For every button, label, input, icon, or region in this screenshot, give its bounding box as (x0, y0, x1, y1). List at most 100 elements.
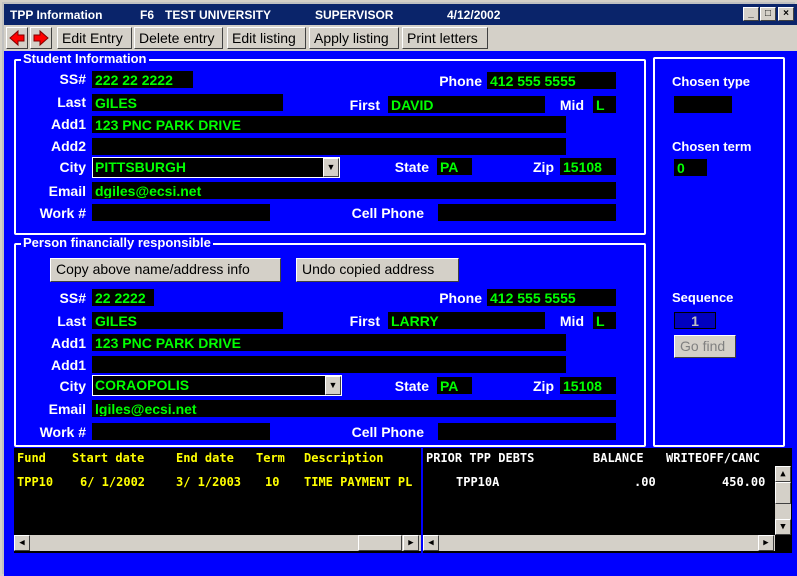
minimize-button[interactable]: _ (743, 7, 759, 21)
student-first-field[interactable]: DAVID (388, 96, 545, 113)
resp-state-field[interactable]: PA (437, 377, 472, 394)
student-add2-field[interactable] (92, 138, 566, 155)
student-email-field[interactable]: dgiles@ecsi.net (92, 182, 616, 199)
previous-record-button[interactable] (6, 27, 28, 49)
grid-header-end-date: End date (176, 451, 234, 465)
arrow-right-icon (33, 29, 49, 47)
chosen-type-field[interactable] (674, 96, 732, 113)
resp-email-field[interactable]: lgiles@ecsi.net (92, 400, 616, 417)
chosen-term-label: Chosen term (672, 139, 752, 154)
resp-add1-label: Add1 (51, 335, 86, 351)
resp-phone-field[interactable]: 412 555 5555 (487, 289, 616, 306)
selection-panel (653, 57, 785, 447)
grid-header-prior-debts: PRIOR TPP DEBTS (426, 451, 535, 465)
add1-label: Add1 (51, 116, 86, 132)
responsible-person-label: Person financially responsible (21, 235, 213, 250)
print-letters-button[interactable]: Print letters (402, 27, 488, 49)
function-key: F6 (140, 8, 155, 22)
grid-header-term: Term (256, 451, 285, 465)
client-area: Student Information SS# 222 22 2222 Phon… (4, 51, 797, 576)
resp-phone-label: Phone (439, 290, 482, 306)
scroll-up-icon[interactable]: ▲ (775, 466, 791, 482)
grid-cell-debt-fund: TPP10A (456, 475, 500, 489)
session-date: 4/12/2002 (447, 8, 501, 22)
arrow-left-icon (9, 29, 25, 47)
mid-label: Mid (559, 97, 584, 113)
work-label: Work # (39, 205, 86, 221)
right-grid-hscrollbar[interactable]: ◀ ▶ (423, 535, 775, 551)
edit-entry-button[interactable]: Edit Entry (57, 27, 132, 49)
chevron-down-icon[interactable]: ▼ (323, 158, 339, 177)
maximize-button[interactable]: □ (760, 7, 776, 21)
grid-header-fund: Fund (17, 451, 46, 465)
grid-header-description: Description (304, 451, 384, 465)
ss-label: SS# (59, 71, 86, 87)
student-state-field[interactable]: PA (437, 158, 472, 175)
chosen-term-field[interactable]: 0 (674, 159, 707, 176)
resp-add2-field[interactable] (92, 356, 566, 373)
resp-mid-field[interactable]: L (593, 312, 616, 329)
student-zip-field[interactable]: 15108 (560, 158, 616, 175)
student-cell-field[interactable] (438, 204, 616, 221)
grid-cell-balance: .00 (634, 475, 656, 489)
student-ss-field[interactable]: 222 22 2222 (92, 71, 193, 88)
student-phone-field[interactable]: 412 555 5555 (487, 72, 616, 89)
resp-city-combo[interactable]: CORAOPOLIS ▼ (92, 375, 342, 396)
grid-cell-writeoff: 450.00 (722, 475, 766, 489)
first-label: First (349, 97, 380, 113)
resp-ss-label: SS# (59, 290, 86, 306)
delete-entry-button[interactable]: Delete entry (134, 27, 223, 49)
window-title: TPP Information (10, 8, 103, 22)
apply-listing-button[interactable]: Apply listing (309, 27, 399, 49)
city-label: City (59, 159, 86, 175)
tpp-information-window: TPP Information F6 TEST UNIVERSITY SUPER… (0, 0, 797, 576)
chosen-type-label: Chosen type (672, 74, 751, 89)
resp-last-field[interactable]: GILES (92, 312, 283, 329)
user-role: SUPERVISOR (315, 8, 394, 22)
zip-label: Zip (533, 159, 554, 175)
resp-zip-field[interactable]: 15108 (560, 377, 616, 394)
resp-work-field[interactable] (92, 423, 270, 440)
scroll-thumb[interactable] (358, 535, 402, 551)
resp-cell-field[interactable] (438, 423, 616, 440)
title-bar[interactable]: TPP Information F6 TEST UNIVERSITY SUPER… (4, 4, 797, 25)
student-information-label: Student Information (21, 51, 149, 66)
student-add1-field[interactable]: 123 PNC PARK DRIVE (92, 116, 566, 133)
resp-add1-field[interactable]: 123 PNC PARK DRIVE (92, 334, 566, 351)
student-mid-field[interactable]: L (593, 96, 616, 113)
scroll-right-icon[interactable]: ▶ (403, 535, 419, 551)
tpp-entries-grid[interactable]: Fund Start date End date Term Descriptio… (14, 448, 421, 553)
resp-first-field[interactable]: LARRY (388, 312, 545, 329)
undo-copied-address-button[interactable]: Undo copied address (296, 258, 459, 282)
grid-header-writeoff: WRITEOFF/CANC (666, 451, 760, 465)
left-grid-hscrollbar[interactable]: ◀ ▶ (14, 535, 421, 551)
grid-header-balance: BALANCE (593, 451, 644, 465)
sequence-field[interactable]: 1 (674, 312, 716, 329)
add2-label: Add2 (51, 138, 86, 154)
go-find-button[interactable]: Go find (674, 335, 736, 358)
resp-first-label: First (349, 313, 380, 329)
cell-phone-label: Cell Phone (351, 205, 424, 221)
scroll-left-icon[interactable]: ◀ (423, 535, 439, 551)
grid-header-start-date: Start date (72, 451, 145, 465)
sequence-label: Sequence (672, 290, 734, 305)
next-record-button[interactable] (30, 27, 52, 49)
student-city-combo[interactable]: PITTSBURGH ▼ (92, 157, 340, 178)
resp-cell-phone-label: Cell Phone (351, 424, 424, 440)
last-label: Last (57, 94, 86, 110)
prior-debts-grid[interactable]: PRIOR TPP DEBTS BALANCE WRITEOFF/CANC TP… (423, 448, 792, 553)
resp-mid-label: Mid (559, 313, 584, 329)
scroll-thumb[interactable] (775, 482, 791, 504)
resp-ss-field[interactable]: 22 2222 (92, 289, 154, 306)
scroll-down-icon[interactable]: ▼ (775, 519, 791, 535)
chevron-down-icon[interactable]: ▼ (325, 376, 341, 395)
close-button[interactable]: × (778, 7, 794, 21)
scroll-left-icon[interactable]: ◀ (14, 535, 30, 551)
email-label: Email (48, 183, 86, 199)
right-grid-vscrollbar[interactable]: ▲ ▼ (775, 466, 791, 535)
edit-listing-button[interactable]: Edit listing (227, 27, 306, 49)
copy-address-button[interactable]: Copy above name/address info (50, 258, 281, 282)
student-work-field[interactable] (92, 204, 270, 221)
student-last-field[interactable]: GILES (92, 94, 283, 111)
scroll-right-icon[interactable]: ▶ (758, 535, 774, 551)
